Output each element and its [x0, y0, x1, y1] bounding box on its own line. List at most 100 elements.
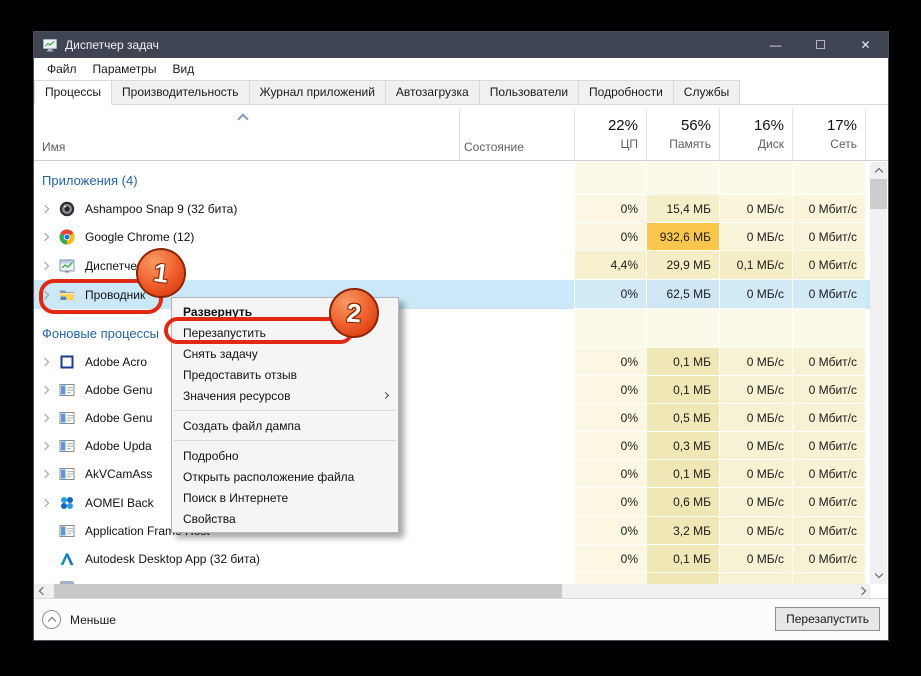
fewer-details-label: Меньше [70, 613, 116, 627]
tab-6[interactable]: Службы [673, 80, 740, 104]
context-menu-item-9[interactable]: Открыть расположение файла [172, 466, 398, 487]
network-cell: 0 Мбит/с [792, 251, 865, 280]
memory-cell: 0,1 МБ [646, 545, 719, 573]
screenshot-canvas: Диспетчер задач — ☐ ✕ ФайлПараметрыВид П… [0, 0, 921, 676]
process-name: Adobe Genu [85, 383, 152, 397]
footer-bar: Меньше Перезапустить [34, 598, 888, 640]
cpu-cell: 0% [574, 195, 646, 223]
window-icon [59, 382, 75, 398]
menubar-item-2[interactable]: Вид [164, 59, 202, 79]
tab-4[interactable]: Пользователи [479, 80, 579, 104]
process-name: Google Chrome (12) [85, 230, 194, 244]
expand-chevron-icon[interactable] [41, 261, 49, 269]
autodesk-icon [59, 551, 75, 567]
cpu-cell: 0% [574, 404, 646, 432]
minimize-button[interactable]: — [753, 32, 798, 58]
expand-chevron-icon[interactable] [41, 414, 49, 422]
window-icon [59, 410, 75, 426]
column-status[interactable]: Состояние [464, 140, 524, 154]
expand-chevron-icon[interactable] [41, 470, 49, 478]
sort-ascending-icon[interactable] [237, 113, 248, 124]
column-heat-0[interactable]: 22%ЦП [574, 105, 646, 161]
process-name: AOMEI Back [85, 496, 154, 510]
process-row[interactable]: Adobe Genu0%0,1 МБ0 МБ/с0 Мбит/с [34, 376, 872, 404]
tab-2[interactable]: Журнал приложений [249, 80, 386, 104]
context-menu-item-6[interactable]: Создать файл дампа [172, 415, 398, 436]
memory-cell: 0,1 МБ [646, 460, 719, 488]
maximize-button[interactable]: ☐ [798, 32, 843, 58]
menubar-item-1[interactable]: Параметры [85, 59, 165, 79]
context-menu-item-2[interactable]: Снять задачу [172, 343, 398, 364]
disk-cell [719, 309, 792, 348]
process-row[interactable]: Application Frame Host0%3,2 МБ0 МБ/с0 Мб… [34, 517, 872, 545]
tab-5[interactable]: Подробности [578, 80, 674, 104]
process-row[interactable] [34, 573, 872, 584]
process-name: AkVCamAss [85, 467, 152, 481]
section-row[interactable]: Фоновые процессы [34, 309, 872, 348]
process-name-area: Autodesk Desktop App (32 бита) [34, 545, 574, 573]
tab-1[interactable]: Производительность [111, 80, 249, 104]
tab-3[interactable]: Автозагрузка [385, 80, 480, 104]
vertical-scrollbar[interactable] [870, 162, 887, 584]
memory-cell [646, 309, 719, 348]
memory-cell: 0,1 МБ [646, 376, 719, 404]
window-icon [59, 466, 75, 482]
expand-chevron-icon[interactable] [41, 386, 49, 394]
cpu-cell: 0% [574, 488, 646, 517]
column-divider [459, 108, 460, 160]
scroll-right-arrow-icon[interactable] [856, 584, 870, 598]
process-row[interactable]: Google Chrome (12)0%932,6 МБ0 МБ/с0 Мбит… [34, 223, 872, 251]
menubar-item-0[interactable]: Файл [39, 59, 85, 79]
context-menu-item-4[interactable]: Значения ресурсов [172, 385, 398, 406]
expand-chevron-icon[interactable] [41, 358, 49, 366]
process-row[interactable]: Adobe Genu0%0,5 МБ0 МБ/с0 Мбит/с [34, 404, 872, 432]
tab-0[interactable]: Процессы [34, 80, 112, 105]
expand-chevron-icon[interactable] [41, 205, 49, 213]
disk-cell: 0 МБ/с [719, 432, 792, 460]
horizontal-scrollbar[interactable] [34, 584, 870, 598]
column-heat-1[interactable]: 56%Память [646, 105, 719, 161]
cpu-cell: 0% [574, 545, 646, 573]
scroll-up-arrow-icon[interactable] [870, 162, 887, 179]
expand-chevron-icon[interactable] [41, 442, 49, 450]
window-icon [59, 523, 75, 539]
fewer-details-toggle[interactable]: Меньше [42, 610, 116, 629]
scroll-left-arrow-icon[interactable] [34, 584, 48, 598]
context-menu-item-10[interactable]: Поиск в Интернете [172, 487, 398, 508]
network-cell [792, 573, 865, 584]
horizontal-scrollbar-thumb[interactable] [54, 584, 562, 598]
section-row[interactable]: Приложения (4) [34, 162, 872, 195]
restart-button[interactable]: Перезапустить [775, 607, 880, 631]
context-menu-item-3[interactable]: Предоставить отзыв [172, 364, 398, 385]
process-row[interactable]: Adobe Acro0%0,1 МБ0 МБ/с0 Мбит/с [34, 348, 872, 376]
process-row[interactable]: AkVCamAss0%0,1 МБ0 МБ/с0 Мбит/с [34, 460, 872, 488]
context-menu-item-11[interactable]: Свойства [172, 508, 398, 529]
column-name[interactable]: Имя [42, 140, 65, 154]
scroll-down-arrow-icon[interactable] [870, 567, 887, 584]
disk-cell: 0,1 МБ/с [719, 251, 792, 280]
process-name: Adobe Acro [85, 355, 147, 369]
network-cell [792, 162, 865, 195]
column-heat-3[interactable]: 17%Сеть [792, 105, 865, 161]
process-name: Ashampoo Snap 9 (32 бита) [85, 202, 237, 216]
vertical-scrollbar-thumb[interactable] [870, 179, 887, 209]
network-cell: 0 Мбит/с [792, 545, 865, 573]
process-row[interactable]: Ashampoo Snap 9 (32 бита)0%15,4 МБ0 МБ/с… [34, 195, 872, 223]
cpu-cell: 0% [574, 432, 646, 460]
process-row[interactable]: AOMEI Back0%0,6 МБ0 МБ/с0 Мбит/с [34, 488, 872, 517]
memory-cell: 29,9 МБ [646, 251, 719, 280]
context-menu-item-8[interactable]: Подробно [172, 445, 398, 466]
disk-cell: 0 МБ/с [719, 488, 792, 517]
expand-chevron-icon[interactable] [41, 233, 49, 241]
expand-chevron-icon[interactable] [41, 498, 49, 506]
disk-cell: 0 МБ/с [719, 404, 792, 432]
process-row[interactable]: Autodesk Desktop App (32 бита)0%0,1 МБ 0 … [34, 545, 872, 573]
menu-separator [174, 440, 396, 441]
process-row[interactable]: Adobe Upda0%0,3 МБ0 МБ/с0 Мбит/с [34, 432, 872, 460]
close-button[interactable]: ✕ [843, 32, 888, 58]
column-heat-2[interactable]: 16%Диск [719, 105, 792, 161]
process-name-area [34, 573, 574, 584]
task-manager-window: Диспетчер задач — ☐ ✕ ФайлПараметрыВид П… [33, 31, 889, 641]
section-label: Приложения (4) [42, 173, 138, 188]
process-name-area: Ashampoo Snap 9 (32 бита) [34, 195, 574, 223]
